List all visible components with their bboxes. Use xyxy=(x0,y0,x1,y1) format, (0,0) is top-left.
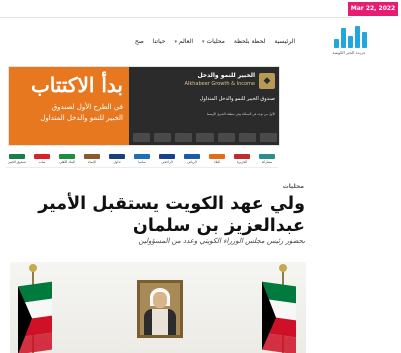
partner-logo: الرياض xyxy=(181,153,203,164)
ad-footer-logo xyxy=(259,132,277,142)
logo-mark-icon xyxy=(331,24,367,48)
ad-banner-orange-panel: بدأ الاكتتاب في الطرح الأول لصندوق الخبي… xyxy=(9,67,129,145)
partner-logo: مشاركة xyxy=(256,153,278,164)
site-logo[interactable]: جريدة الخبر الكويتية xyxy=(325,24,373,60)
kuwait-flag xyxy=(262,281,296,353)
ad-footer-logo xyxy=(175,132,193,142)
partner-logo: سامبا xyxy=(131,153,153,164)
article-subtitle: بحضور رئيس مجلس الوزراء الكويتي وعدد من … xyxy=(138,237,306,245)
main-nav: الرئيسية لحظة بلحظة محليات ▾ العالم ▾ حيات… xyxy=(135,38,295,45)
ad-footer-logo xyxy=(238,132,256,142)
partner-logo: الإنماء xyxy=(81,153,103,164)
partner-logos-strip: صندوق الخبير ساب البنك الأهلي الإنماء تد… xyxy=(6,150,278,168)
ad-subline-2: الخبير للنمو والدخل المتداول xyxy=(40,114,123,122)
partner-logo: الراجحي xyxy=(156,153,178,164)
flag-finial xyxy=(279,264,287,272)
nav-item-home[interactable]: الرئيسية xyxy=(274,38,295,45)
portrait-frame xyxy=(137,280,183,338)
nav-item-local[interactable]: محليات ▾ xyxy=(202,38,225,45)
nav-item-health[interactable]: صح xyxy=(135,38,144,45)
ad-banner-dark-panel: ◆ الخبير للنمو والدخل Alkhabeer Growth &… xyxy=(129,67,279,145)
chevron-down-icon: ▾ xyxy=(202,38,205,45)
ad-subline-1: في الطرح الأول لصندوق xyxy=(51,103,123,111)
fund-description: صندوق الخبير للنمو والدخل المتداول xyxy=(199,96,275,102)
fund-logo-icon: ◆ xyxy=(259,73,275,89)
ad-footer-logo xyxy=(133,132,151,142)
top-bar: Mar 22, 2022 xyxy=(0,0,401,18)
flag-finial xyxy=(29,264,37,272)
ad-banner[interactable]: بدأ الاكتتاب في الطرح الأول لصندوق الخبي… xyxy=(8,66,280,146)
ad-headline: بدأ الاكتتاب xyxy=(30,73,123,97)
date-badge: Mar 22, 2022 xyxy=(348,2,398,16)
kuwait-flag xyxy=(18,281,52,353)
partner-logo: تداول xyxy=(106,153,128,164)
partner-logo: صندوق الخبير xyxy=(6,153,28,164)
article-title: ولي عهد الكويت يستقبل الأمير عبدالعزيز ب… xyxy=(38,194,305,236)
article-category[interactable]: محليات xyxy=(283,183,304,190)
partner-logo: الجزيرة xyxy=(231,153,253,164)
article-photo xyxy=(10,262,306,353)
ad-footer-logo xyxy=(196,132,214,142)
fund-name-ar: الخبير للنمو والدخل xyxy=(197,72,255,79)
logo-caption: جريدة الخبر الكويتية xyxy=(332,50,366,55)
fund-description-small: الأول من نوعه في المملكة وفي منطقة الشرق… xyxy=(206,112,275,116)
ad-footer-logos xyxy=(133,131,277,143)
nav-item-world[interactable]: العالم ▾ xyxy=(174,38,193,45)
fund-name-en: Alkhabeer Growth & Income xyxy=(184,81,255,87)
nav-item-live[interactable]: لحظة بلحظة xyxy=(234,38,265,45)
nav-item-life[interactable]: حياتنا xyxy=(153,38,166,45)
top-bar-strip xyxy=(0,0,352,18)
partner-logo: ساب xyxy=(31,153,53,164)
chevron-down-icon: ▾ xyxy=(174,38,177,45)
ad-footer-logo xyxy=(217,132,235,142)
ad-footer-logo xyxy=(154,132,172,142)
partner-logo: البلاد xyxy=(206,153,228,164)
partner-logo: البنك الأهلي xyxy=(56,153,78,164)
